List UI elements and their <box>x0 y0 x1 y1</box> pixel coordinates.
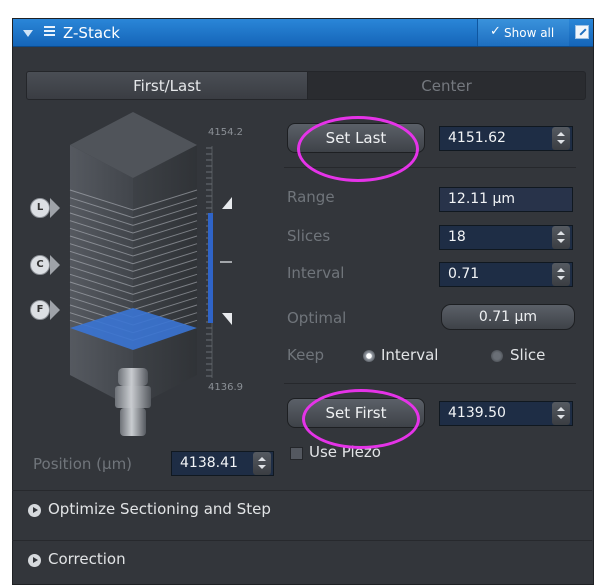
divider <box>284 167 576 168</box>
slices-spinner[interactable] <box>552 226 570 249</box>
scale-range-bar <box>208 213 213 323</box>
last-position-field[interactable]: 4151.62 <box>439 126 573 151</box>
interval-label: Interval <box>287 264 345 282</box>
slices-value: 18 <box>448 229 466 245</box>
scale-bottom-label: 4136.9 <box>208 382 243 393</box>
scale-top-label: 4154.2 <box>208 127 243 138</box>
optimal-label: Optimal <box>287 309 347 327</box>
last-position-button[interactable]: L <box>30 198 50 218</box>
use-piezo-checkbox[interactable] <box>290 447 303 460</box>
last-position-spinner[interactable] <box>552 127 570 150</box>
stack-graphic <box>69 112 232 436</box>
objective-top <box>118 368 148 386</box>
keep-slice-radio[interactable] <box>491 350 503 362</box>
set-last-button[interactable]: Set Last <box>287 123 425 153</box>
interval-field[interactable]: 0.71 <box>439 262 573 287</box>
divider <box>284 383 576 384</box>
position-field[interactable]: 4138.41 <box>171 451 274 476</box>
position-spinner[interactable] <box>253 452 271 475</box>
interval-value: 0.71 <box>448 266 480 282</box>
first-position-field[interactable]: 4139.50 <box>439 401 573 426</box>
keep-slice-label[interactable]: Slice <box>510 346 545 364</box>
center-position-button[interactable]: C <box>30 255 50 275</box>
position-label: Position (µm) <box>33 455 133 473</box>
z-stack-visualization: 4154.2 4136.9 L C F <box>0 0 598 585</box>
interval-spinner[interactable] <box>552 263 570 286</box>
last-marker-icon <box>222 197 232 209</box>
set-first-button[interactable]: Set First <box>287 398 425 428</box>
first-marker-icon <box>222 313 232 325</box>
keep-interval-label[interactable]: Interval <box>381 346 438 364</box>
optimal-button[interactable]: 0.71 µm <box>441 304 575 330</box>
center-arrow-icon <box>50 255 60 275</box>
first-position-spinner[interactable] <box>552 402 570 425</box>
objective-lens <box>120 408 146 436</box>
first-position-button[interactable]: F <box>30 300 50 320</box>
position-value: 4138.41 <box>180 455 238 471</box>
slices-label: Slices <box>287 227 331 245</box>
range-label: Range <box>287 188 335 206</box>
keep-label: Keep <box>287 346 325 364</box>
objective-body <box>115 386 151 408</box>
range-value-field: 12.11 µm <box>439 187 573 212</box>
range-value: 12.11 µm <box>448 191 516 207</box>
slices-field[interactable]: 18 <box>439 225 573 250</box>
last-position-value: 4151.62 <box>448 130 506 146</box>
use-piezo-label[interactable]: Use Piezo <box>309 443 381 461</box>
last-arrow-icon <box>50 198 60 218</box>
first-position-value: 4139.50 <box>448 405 506 421</box>
keep-interval-radio[interactable] <box>363 350 375 362</box>
first-arrow-icon <box>50 300 60 320</box>
